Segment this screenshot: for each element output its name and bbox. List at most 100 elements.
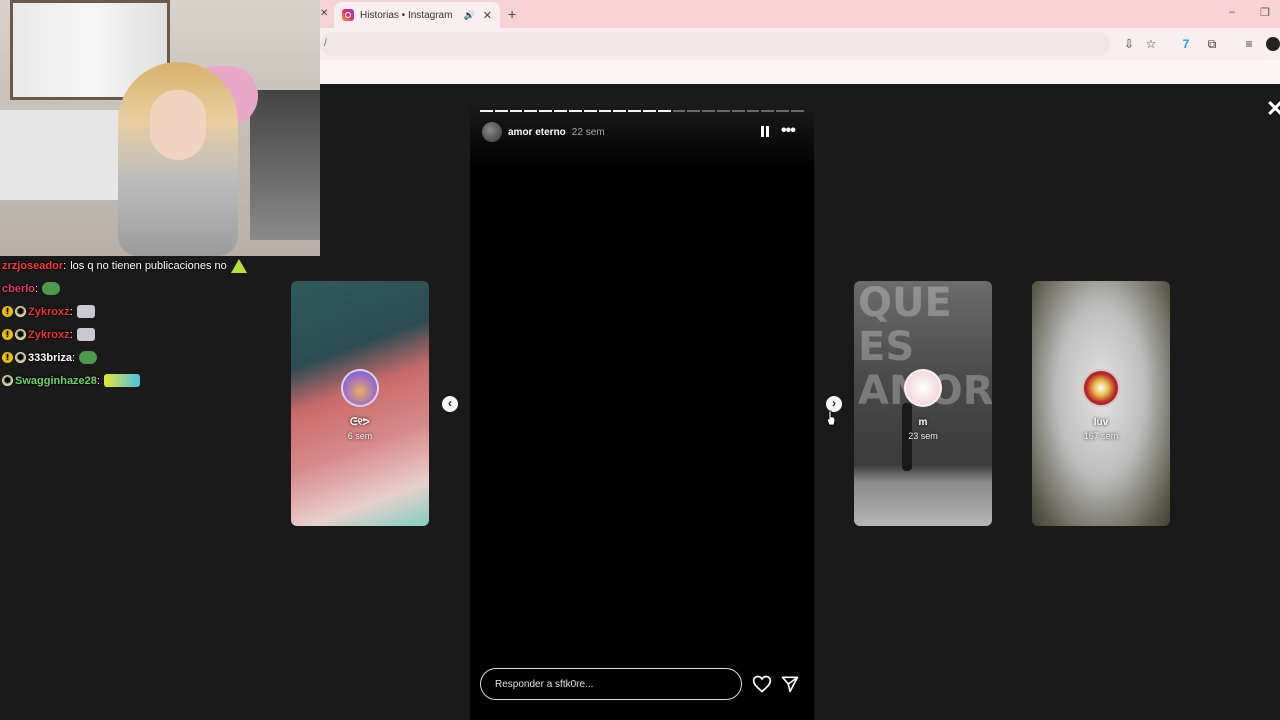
story-header: amor eterno 22 sem bbox=[482, 122, 605, 142]
tri-emote-icon bbox=[230, 258, 247, 273]
chat-username[interactable]: cberlo bbox=[2, 283, 35, 295]
progress-segment bbox=[746, 110, 760, 112]
story-preview-after[interactable]: luv 167 sem bbox=[1032, 281, 1170, 526]
progress-segment bbox=[583, 110, 597, 112]
frog-emote-icon bbox=[42, 282, 61, 295]
chat-message: ! ✱ Zykroxz: bbox=[2, 323, 292, 346]
chat-message: ! ✱ Zykroxz: bbox=[2, 300, 292, 323]
star-badge-icon: ✱ bbox=[2, 375, 13, 386]
avatar bbox=[904, 369, 942, 407]
cat-emote-icon bbox=[76, 328, 95, 341]
chat-username[interactable]: zrzjoseador bbox=[2, 260, 63, 272]
webcam-shelf bbox=[250, 90, 320, 240]
bookmark-star-icon[interactable]: ☆ bbox=[1143, 36, 1159, 52]
close-icon[interactable]: ✕ bbox=[1266, 96, 1280, 122]
sub-badge-icon: ! bbox=[2, 306, 13, 317]
new-tab-button[interactable]: + bbox=[508, 6, 516, 22]
streamer-face bbox=[150, 90, 206, 160]
url-field[interactable]: / bbox=[320, 32, 1110, 56]
tab-close-icon[interactable]: ✕ bbox=[483, 9, 492, 22]
preview-username: ᕮ୧ᕗ bbox=[350, 417, 370, 428]
chat-colon: : bbox=[69, 305, 73, 318]
progress-segment bbox=[480, 110, 493, 112]
chat-message: zrzjoseador: los q no tienen publicacione… bbox=[2, 254, 292, 277]
chat-username[interactable]: Zykroxz bbox=[28, 329, 70, 341]
progress-segment bbox=[642, 110, 656, 112]
chat-colon: : bbox=[72, 351, 76, 364]
minimize-button[interactable]: – bbox=[1229, 6, 1235, 18]
story-preview-next[interactable]: QUE ES AMOR? m 23 sem bbox=[854, 281, 992, 526]
progress-segment bbox=[717, 110, 730, 112]
progress-segment bbox=[657, 110, 671, 112]
preview-time: 6 sem bbox=[347, 431, 373, 441]
progress-segment bbox=[554, 110, 567, 112]
active-story[interactable]: amor eterno 22 sem ••• bbox=[470, 100, 814, 720]
progress-segment bbox=[628, 110, 641, 112]
pause-icon[interactable] bbox=[760, 126, 770, 137]
chat-message: ! ✱ 333briza: bbox=[2, 346, 292, 369]
chat-message: ✱ Swagginhaze28: bbox=[2, 369, 292, 392]
speaker-icon[interactable]: 🔊 bbox=[464, 10, 475, 21]
progress-segment bbox=[598, 110, 612, 112]
webcam-overlay bbox=[0, 0, 320, 256]
browser-tab-instagram[interactable]: Historias • Instagram 🔊 ✕ bbox=[334, 2, 500, 28]
install-app-icon[interactable]: ⇩ bbox=[1121, 36, 1137, 52]
progress-segment bbox=[509, 110, 523, 112]
progress-segment bbox=[687, 110, 701, 112]
progress-segment bbox=[672, 110, 686, 112]
preview-time: 23 sem bbox=[908, 431, 938, 441]
avatar bbox=[1082, 369, 1120, 407]
instagram-favicon-icon bbox=[342, 9, 354, 21]
progress-segment bbox=[731, 110, 745, 112]
heart-icon[interactable] bbox=[752, 674, 772, 694]
cat-emote-icon bbox=[76, 305, 95, 318]
chat-message: cberlo: bbox=[2, 277, 292, 300]
media-controls-icon[interactable]: ≡ bbox=[1241, 36, 1257, 52]
progress-segment bbox=[761, 110, 775, 112]
preview-time: 167 sem bbox=[1083, 431, 1119, 441]
story-time: 22 sem bbox=[571, 126, 605, 138]
progress-segment bbox=[776, 110, 790, 112]
progress-segment bbox=[539, 110, 553, 112]
reply-input[interactable] bbox=[480, 668, 742, 700]
chat-text: los q no tienen publicaciones no bbox=[70, 259, 227, 272]
tab-title: Historias • Instagram bbox=[360, 9, 453, 21]
story-progress-bar bbox=[480, 110, 804, 112]
hand-cursor-icon bbox=[826, 410, 836, 426]
chat-colon: : bbox=[96, 374, 100, 387]
tab-close-icon[interactable]: ✕ bbox=[320, 8, 328, 19]
stream-chat: zrzjoseador: los q no tienen publicacione… bbox=[2, 254, 292, 392]
translate-extension-icon[interactable]: 7 bbox=[1178, 36, 1194, 52]
story-preview-left[interactable]: ᕮ୧ᕗ 6 sem bbox=[291, 281, 429, 526]
wide-emote-icon bbox=[103, 374, 140, 387]
chat-username[interactable]: 333briza bbox=[28, 352, 72, 364]
progress-segment bbox=[494, 110, 508, 112]
extensions-icon[interactable]: ⧉ bbox=[1204, 36, 1220, 52]
chat-colon: : bbox=[63, 259, 67, 272]
star-badge-icon: ✱ bbox=[15, 306, 26, 317]
star-badge-icon: ✱ bbox=[15, 352, 26, 363]
star-badge-icon: ✱ bbox=[15, 329, 26, 340]
progress-segment bbox=[524, 110, 538, 112]
preview-username: m bbox=[918, 417, 928, 428]
chat-colon: : bbox=[35, 282, 39, 295]
story-username[interactable]: amor eterno bbox=[508, 127, 566, 138]
sub-badge-icon: ! bbox=[2, 329, 13, 340]
progress-segment bbox=[791, 110, 804, 112]
screen: ✕ Historias • Instagram 🔊 ✕ + – ❐ / ⇩ ☆ … bbox=[0, 0, 1280, 720]
more-icon[interactable]: ••• bbox=[781, 122, 796, 140]
chevron-left-icon[interactable]: ‹ bbox=[442, 396, 458, 412]
progress-segment bbox=[702, 110, 715, 112]
progress-segment bbox=[568, 110, 582, 112]
avatar bbox=[341, 369, 379, 407]
avatar[interactable] bbox=[482, 122, 502, 142]
send-icon[interactable] bbox=[780, 674, 800, 694]
restore-button[interactable]: ❐ bbox=[1260, 6, 1270, 19]
frog-emote-icon bbox=[79, 351, 98, 364]
chat-colon: : bbox=[69, 328, 73, 341]
chat-username[interactable]: Swagginhaze28 bbox=[15, 375, 97, 387]
progress-segment bbox=[613, 110, 627, 112]
sub-badge-icon: ! bbox=[2, 352, 13, 363]
profile-avatar[interactable] bbox=[1266, 37, 1280, 51]
chat-username[interactable]: Zykroxz bbox=[28, 306, 70, 318]
